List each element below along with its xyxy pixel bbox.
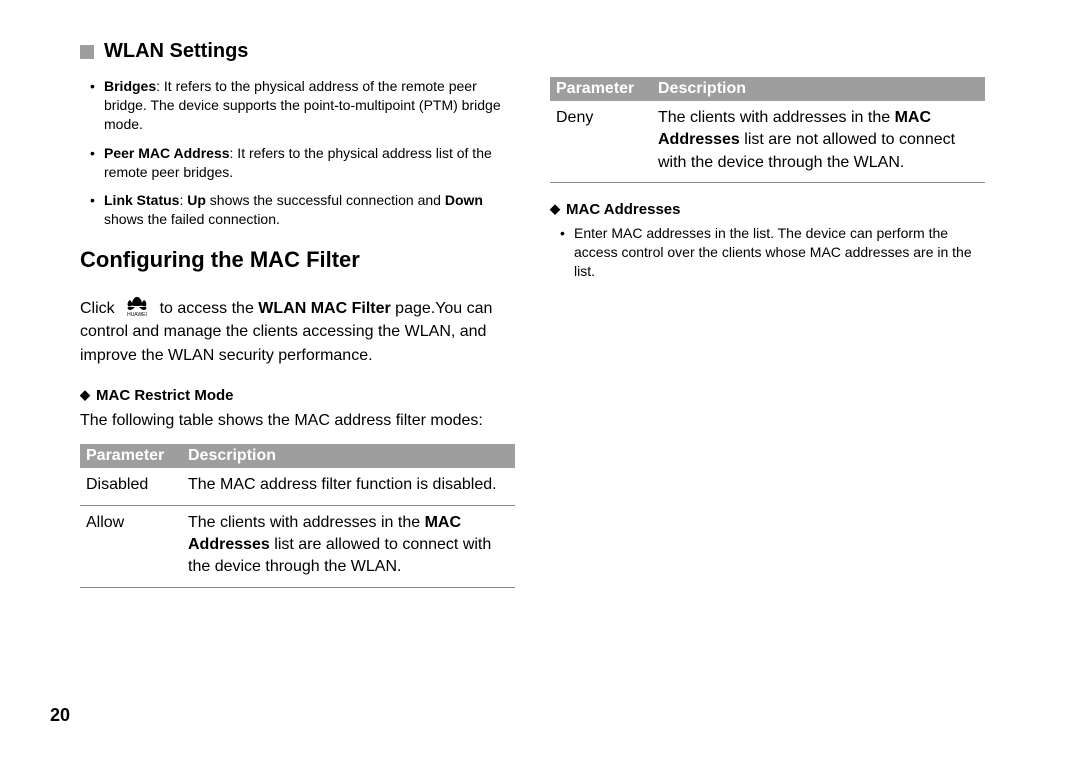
page-container: WLAN Settings Bridges: It refers to the …	[0, 0, 1080, 766]
diamond-icon: ◆	[550, 201, 560, 217]
header-square-icon	[80, 45, 94, 59]
page-number: 20	[50, 705, 70, 726]
bullet-text: shows the failed connection.	[104, 211, 280, 227]
bullet-bold-3: Down	[445, 192, 483, 208]
svg-text:HUAWEI: HUAWEI	[127, 312, 147, 317]
bullet-link-status: Link Status: Up shows the successful con…	[90, 191, 515, 229]
table-row: Disabled The MAC address filter function…	[80, 468, 515, 505]
page-header: WLAN Settings	[80, 40, 1020, 63]
mac-restrict-table: Parameter Description Disabled The MAC a…	[80, 444, 515, 588]
cell-desc: The MAC address filter function is disab…	[182, 468, 515, 505]
table-header-description: Description	[182, 444, 515, 468]
cell-desc-pre: The clients with addresses in the	[658, 109, 895, 126]
diamond-icon: ◆	[80, 387, 90, 403]
huawei-logo-icon: HUAWEI	[119, 295, 155, 317]
cell-desc: The clients with addresses in the MAC Ad…	[652, 101, 985, 183]
table-header-parameter: Parameter	[550, 77, 652, 101]
intro-pre: Click	[80, 300, 119, 317]
table-header-parameter: Parameter	[80, 444, 182, 468]
bullet-text: shows the successful connection and	[206, 192, 445, 208]
sub-heading-mac-restrict: ◆ MAC Restrict Mode	[80, 387, 515, 404]
bullet-bridges: Bridges: It refers to the physical addre…	[90, 77, 515, 134]
page-title: WLAN Settings	[104, 40, 248, 63]
table-header-description: Description	[652, 77, 985, 101]
intro-post1: to access the	[160, 300, 259, 317]
section-heading: Configuring the MAC Filter	[80, 247, 515, 273]
mac-restrict-table-cont: Parameter Description Deny The clients w…	[550, 77, 985, 183]
bullet-bold-2: Up	[187, 192, 206, 208]
cell-desc: The clients with addresses in the MAC Ad…	[182, 505, 515, 587]
bullet-mac-addresses: Enter MAC addresses in the list. The dev…	[560, 224, 985, 281]
intro-paragraph: Click HUAWEI to access the WLAN MAC F	[80, 295, 515, 367]
cell-param: Allow	[80, 505, 182, 587]
two-column-layout: Bridges: It refers to the physical addre…	[80, 77, 1020, 588]
table-row: Allow The clients with addresses in the …	[80, 505, 515, 587]
bullet-bold: Link Status	[104, 192, 179, 208]
bullet-bold: Peer MAC Address	[104, 145, 230, 161]
sub-heading-desc: The following table shows the MAC addres…	[80, 410, 515, 432]
bullet-bold: Bridges	[104, 78, 156, 94]
top-bullet-list: Bridges: It refers to the physical addre…	[80, 77, 515, 229]
sub-heading-mac-addresses: ◆ MAC Addresses	[550, 201, 985, 218]
right-column: Parameter Description Deny The clients w…	[550, 77, 985, 588]
table-row: Deny The clients with addresses in the M…	[550, 101, 985, 183]
left-column: Bridges: It refers to the physical addre…	[80, 77, 515, 588]
intro-bold: WLAN MAC Filter	[258, 300, 390, 317]
cell-param: Deny	[550, 101, 652, 183]
sub-heading-text: MAC Addresses	[566, 201, 680, 218]
sub-heading-text: MAC Restrict Mode	[96, 387, 234, 404]
bullet-peer-mac: Peer MAC Address: It refers to the physi…	[90, 144, 515, 182]
mac-addresses-bullet-list: Enter MAC addresses in the list. The dev…	[550, 224, 985, 281]
bullet-text: : It refers to the physical address of t…	[104, 78, 501, 132]
cell-param: Disabled	[80, 468, 182, 505]
cell-desc-pre: The clients with addresses in the	[188, 514, 425, 531]
